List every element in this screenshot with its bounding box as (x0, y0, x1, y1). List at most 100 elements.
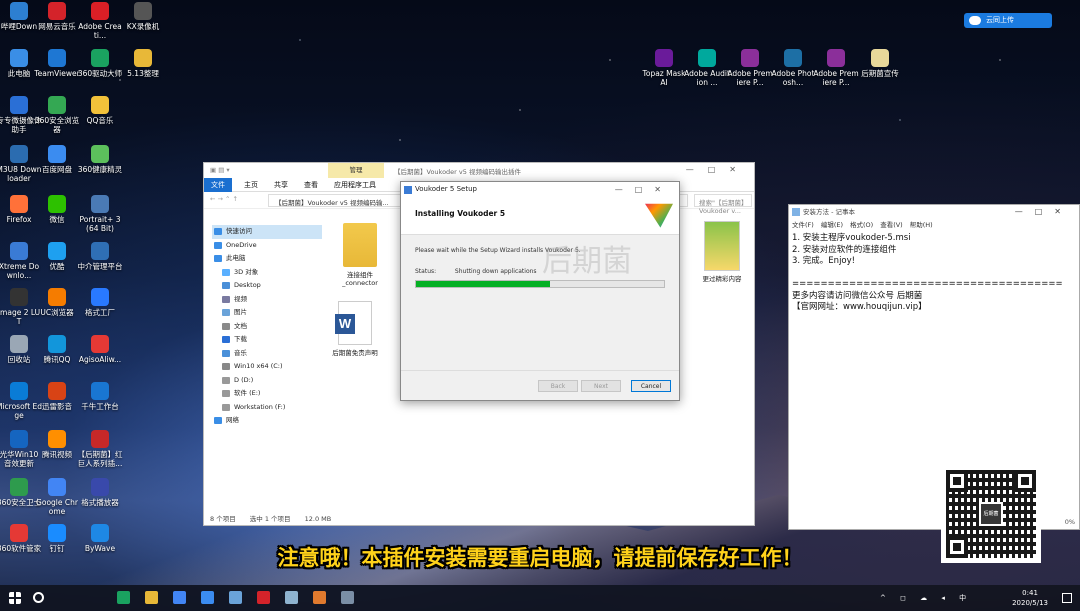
desktop-icon[interactable]: QQ音乐 (77, 96, 123, 125)
quick-access-toolbar-icon[interactable]: ▣ ▤ ▾ (210, 166, 230, 174)
setup-window-controls[interactable]: —□✕ (615, 182, 673, 197)
desktop-icon[interactable]: 360安全浏览器 (34, 96, 80, 134)
desktop-icon[interactable]: 百度网盘 (34, 145, 80, 174)
notepad-titlebar[interactable]: 安装方法 - 记事本 —□✕ (789, 205, 1079, 219)
desktop-icon[interactable]: Portrait+ 3(64 Bit) (77, 195, 123, 233)
setup-dialog[interactable]: Voukoder 5 Setup —□✕ Installing Voukoder… (400, 181, 680, 401)
taskbar-app-folder-icon[interactable] (145, 591, 158, 604)
manage-tab[interactable]: 管理 (328, 163, 384, 178)
nav-item[interactable]: 图片 (212, 306, 322, 320)
next-button[interactable]: Next (581, 380, 621, 392)
file-label: 连接组件_connector (342, 271, 378, 287)
desktop-icon[interactable]: Adobe Premiere P... (727, 49, 773, 87)
cloud-upload-button[interactable]: 云同上传 (964, 13, 1052, 28)
explorer-titlebar[interactable]: ▣ ▤ ▾ 管理 【后期菌】Voukoder v5 视频编码输出插件 —□✕ (204, 163, 754, 178)
desktop-icon[interactable]: KX录像机 (120, 2, 166, 31)
desktop-icon[interactable]: 千牛工作台 (77, 382, 123, 411)
notification-center-icon[interactable] (1062, 593, 1072, 603)
back-button[interactable]: Back (538, 380, 578, 392)
voukoder-logo-icon (645, 203, 673, 228)
desktop-icon[interactable]: 腾讯视频 (34, 430, 80, 459)
desktop-icon[interactable]: UC浏览器 (34, 288, 80, 317)
taskbar-app-setup-icon[interactable] (341, 591, 354, 604)
ribbon-share-tab[interactable]: 共享 (274, 180, 288, 190)
desktop-icon[interactable]: 后期菌宣传 (857, 49, 903, 78)
nav-item[interactable]: 3D 对象 (212, 266, 322, 280)
notepad-menu-item[interactable]: 格式(O) (850, 221, 873, 229)
desktop-icon[interactable]: 360驱动大师 (77, 49, 123, 78)
desktop-icon-label: AgisoAliw... (78, 355, 122, 364)
notepad-menu-item[interactable]: 查看(V) (880, 221, 903, 229)
desktop-icon[interactable]: 5.13整理 (120, 49, 166, 78)
notepad-text-area[interactable]: 1. 安装主程序voukoder-5.msi 2. 安装对应软件的连接组件 3.… (789, 231, 1079, 316)
ribbon-view-tab[interactable]: 查看 (304, 180, 318, 190)
clock[interactable]: 0:41 2020/5/13 (1012, 588, 1048, 608)
desktop-icon[interactable]: 中介管理平台 (77, 242, 123, 271)
desktop-icon[interactable]: Adobe Audition ... (684, 49, 730, 87)
cancel-button[interactable]: Cancel (631, 380, 671, 392)
nav-item[interactable]: 网络 (212, 414, 322, 428)
desktop-icon[interactable]: Topaz Mask AI (641, 49, 687, 87)
setup-titlebar[interactable]: Voukoder 5 Setup —□✕ (401, 182, 679, 197)
desktop-icon[interactable]: 网易云音乐 (34, 2, 80, 31)
app-icon (48, 430, 66, 448)
taskbar-app-app-icon[interactable] (229, 591, 242, 604)
nav-item[interactable]: 软件 (E:) (212, 387, 322, 401)
taskbar-app-game-icon[interactable] (313, 591, 326, 604)
desktop-icon[interactable]: 微信 (34, 195, 80, 224)
desktop-icon[interactable]: TeamViewer (34, 49, 80, 78)
taskbar-app-note-icon[interactable] (285, 591, 298, 604)
desktop-icon[interactable]: 格式工厂 (77, 288, 123, 317)
desktop-icon[interactable]: 优酷 (34, 242, 80, 271)
ribbon-app-tools-tab[interactable]: 应用程序工具 (334, 180, 376, 190)
nav-item[interactable]: Workstation (F:) (212, 401, 322, 415)
nav-item[interactable]: 文档 (212, 320, 322, 334)
desktop-icon[interactable]: Adobe Premiere P... (813, 49, 859, 87)
nav-item[interactable]: Desktop (212, 279, 322, 293)
nav-arrows-icon[interactable]: ← → ⌃ ↑ (210, 195, 238, 203)
nav-item[interactable]: 视频 (212, 293, 322, 307)
desktop-icon[interactable]: 格式播放器 (77, 478, 123, 507)
nav-item[interactable]: 下载 (212, 333, 322, 347)
system-tray[interactable]: ^ ◻ ☁ ◂ 中 (880, 593, 972, 603)
nav-item[interactable]: 音乐 (212, 347, 322, 361)
ribbon-home-tab[interactable]: 主页 (244, 180, 258, 190)
desktop-icon[interactable]: Adobe Creati... (77, 2, 123, 40)
desktop-icon-label: 千牛工作台 (81, 402, 119, 411)
notepad-window-controls[interactable]: —□✕ (1015, 205, 1073, 219)
setup-header: Installing Voukoder 5 (401, 197, 679, 235)
desktop-icon[interactable]: 腾讯QQ (34, 335, 80, 364)
nav-item[interactable]: Win10 x64 (C:) (212, 360, 322, 374)
start-windows-icon[interactable] (9, 592, 21, 604)
taskbar-app-chrome-icon[interactable] (173, 591, 186, 604)
file-promo-image[interactable]: 更过精彩内容 (694, 221, 750, 283)
nav-label: Desktop (234, 281, 261, 289)
file-disclaimer-doc[interactable]: W 后期菌免责声明 (327, 301, 383, 357)
desktop-icon[interactable]: 迅雷影音 (34, 382, 80, 411)
file-connector-folder[interactable]: 连接组件_connector (332, 223, 388, 287)
taskbar-app-360-icon[interactable] (117, 591, 130, 604)
taskbar-app-ae-icon[interactable] (257, 591, 270, 604)
search-icon[interactable] (33, 592, 44, 603)
nav-item[interactable]: 此电脑 (212, 252, 322, 266)
notepad-menu-item[interactable]: 文件(F) (792, 221, 814, 229)
ribbon-file-tab[interactable]: 文件 (204, 178, 232, 192)
desktop-icon[interactable]: 360健康精灵 (77, 145, 123, 174)
desktop-icon[interactable]: AgisoAliw... (77, 335, 123, 364)
nav-item[interactable]: D (D:) (212, 374, 322, 388)
desktop-icon-label: Adobe Photosh... (771, 69, 815, 87)
desktop-icon[interactable]: 【后期菌】红巨人系列插... (77, 430, 123, 468)
taskbar-app-baidu-icon[interactable] (201, 591, 214, 604)
notepad-menu-item[interactable]: 帮助(H) (910, 221, 933, 229)
word-document-icon: W (335, 301, 372, 345)
search-box[interactable]: 搜索"【后期菌】Voukoder v... (694, 194, 752, 215)
app-icon (48, 288, 66, 306)
notepad-menu-item[interactable]: 编辑(E) (821, 221, 843, 229)
app-icon (91, 382, 109, 400)
nav-item[interactable]: 快速访问 (212, 225, 322, 239)
nav-item[interactable]: OneDrive (212, 239, 322, 253)
desktop-icon[interactable]: Adobe Photosh... (770, 49, 816, 87)
app-icon (91, 49, 109, 67)
window-controls[interactable]: —□✕ (686, 165, 750, 174)
desktop-icon[interactable]: Google Chrome (34, 478, 80, 516)
